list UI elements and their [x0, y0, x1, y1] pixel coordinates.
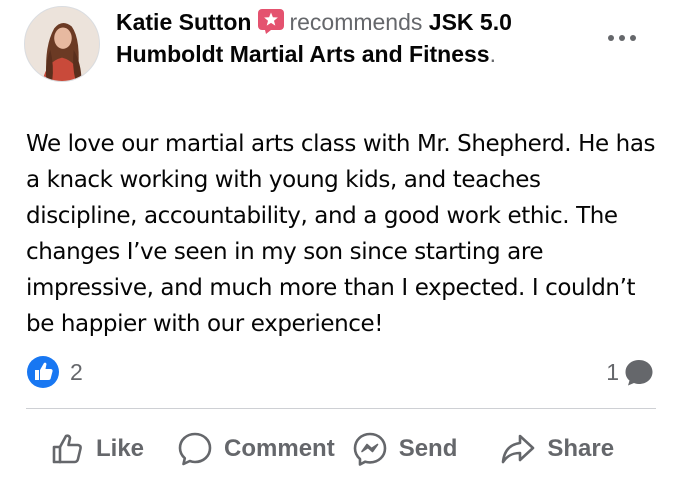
comment-icon [176, 430, 214, 468]
header-period: . [489, 41, 496, 67]
send-button[interactable]: Send [351, 430, 458, 468]
recommend-star-icon [257, 8, 285, 34]
recommendation-post: Katie Sutton recommends JSK 5.0 Humboldt … [0, 0, 675, 480]
messenger-send-icon [351, 430, 389, 468]
thumbs-up-icon [48, 430, 86, 468]
author-avatar[interactable] [24, 6, 100, 82]
comment-button[interactable]: Comment [176, 430, 335, 468]
share-label: Share [547, 435, 615, 462]
post-action-bar: Like Comment Send Share [44, 426, 644, 472]
more-options-icon [630, 35, 636, 41]
comment-bubble-icon [623, 357, 655, 387]
share-arrow-icon [499, 430, 537, 468]
author-name[interactable]: Katie Sutton [116, 9, 251, 35]
actions-divider [26, 408, 656, 409]
share-button[interactable]: Share [499, 430, 614, 468]
reactions-count: 2 [70, 358, 83, 385]
send-label: Send [398, 435, 458, 462]
more-options-button[interactable] [604, 26, 640, 50]
comment-label: Comment [224, 435, 335, 462]
like-button[interactable]: Like [48, 430, 144, 468]
more-options-icon [608, 35, 614, 41]
like-reaction-icon [26, 355, 60, 389]
avatar-photo [25, 7, 99, 81]
more-options-icon [619, 35, 625, 41]
recommends-label: recommends [289, 9, 423, 35]
post-body-text: We love our martial arts class with Mr. … [26, 131, 656, 337]
comments-count: 1 [606, 358, 619, 385]
comments-count-link[interactable]: 1 [606, 356, 655, 388]
post-header: Katie Sutton recommends JSK 5.0 Humboldt … [116, 6, 586, 70]
like-label: Like [96, 435, 145, 462]
reactions-summary[interactable]: 2 [26, 356, 83, 388]
